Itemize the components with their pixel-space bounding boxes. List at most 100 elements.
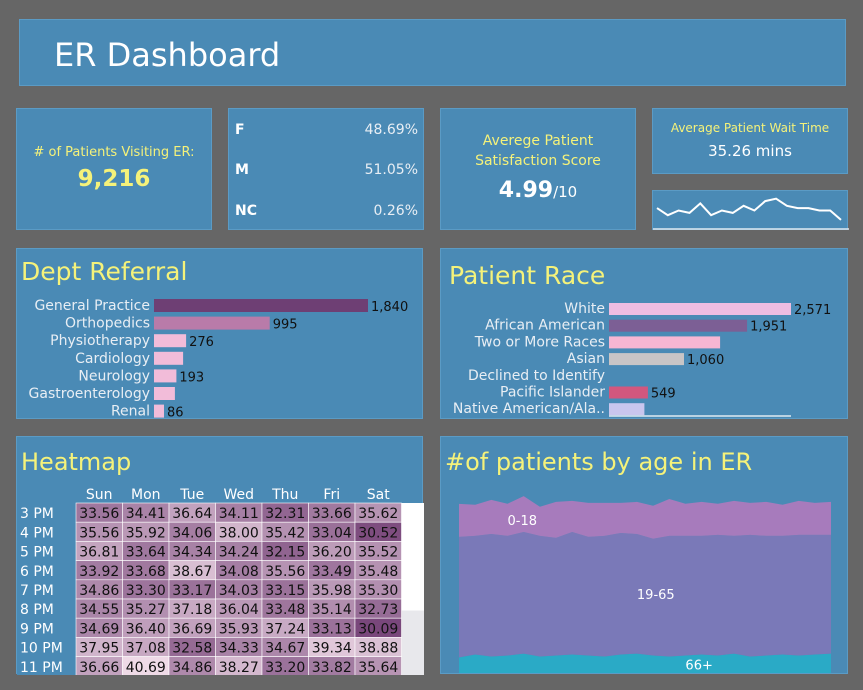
- heatmap-cell-value: 34.34: [172, 545, 212, 561]
- bar-category-label: Orthopedics: [65, 316, 150, 332]
- bar-mark[interactable]: [154, 387, 175, 400]
- heatmap-cell-value: 37.95: [79, 641, 119, 657]
- age-area-series[interactable]: [459, 653, 831, 673]
- heatmap-cell-value: 36.20: [312, 545, 352, 561]
- bar-mark[interactable]: [609, 369, 652, 382]
- heatmap-title: Heatmap: [21, 448, 131, 476]
- bar-mark[interactable]: [154, 334, 187, 348]
- gender-key: M: [235, 162, 249, 178]
- heatmap-cell-value: 34.03: [219, 583, 259, 599]
- heatmap-cell-value: 35.98: [312, 583, 352, 599]
- bar-category-label: Declined to Identify: [468, 368, 605, 384]
- satisfaction-suffix: /10: [553, 183, 578, 201]
- bar-value-label: 1,951: [750, 320, 787, 335]
- bar-category-label: Native American/Ala..: [453, 401, 605, 417]
- bar-mark[interactable]: [609, 353, 684, 366]
- bar-category-label: General Practice: [34, 298, 150, 314]
- heatmap-column-header: Tue: [179, 487, 204, 503]
- bar-category-label: Cardiology: [75, 351, 150, 367]
- heatmap-cell-value: 40.69: [126, 660, 166, 675]
- age-chart-title: #of patients by age in ER: [445, 448, 752, 476]
- heatmap-cell-value: 35.92: [126, 525, 166, 541]
- bar-mark[interactable]: [154, 351, 184, 365]
- heatmap-cell-value: 32.15: [265, 545, 305, 561]
- heatmap-cell-value: 35.52: [358, 545, 398, 561]
- bar-mark[interactable]: [609, 386, 648, 399]
- wait-time-sparkline-card: [652, 190, 849, 230]
- heatmap-row-label: 10 PM: [20, 641, 63, 657]
- gender-value: 48.69%: [364, 122, 418, 138]
- heatmap-cell-value: 33.17: [172, 583, 212, 599]
- heatmap-cell-value: 34.08: [219, 564, 259, 580]
- bar-category-label: Asian: [567, 351, 605, 367]
- bar-category-label: Pacific Islander: [500, 385, 605, 401]
- bar-mark[interactable]: [154, 369, 177, 383]
- title-banner: ER Dashboard: [19, 19, 846, 86]
- heatmap-cell-value: 35.62: [358, 506, 398, 522]
- heatmap-row-label: 11 PM: [20, 660, 63, 675]
- heatmap-cell-value: 30.52: [358, 525, 398, 541]
- heatmap-cell-value: 33.49: [312, 564, 352, 580]
- heatmap-cell-value: 32.73: [358, 602, 398, 618]
- heatmap-cell-value: 34.06: [172, 525, 212, 541]
- heatmap-cell-value: 33.66: [312, 506, 352, 522]
- heatmap-row-label: 7 PM: [20, 583, 54, 599]
- age-series-label: 0-18: [508, 514, 538, 529]
- bar-category-label: Physiotherapy: [50, 333, 150, 349]
- heatmap-cell-value: 37.18: [172, 602, 212, 618]
- heatmap-cell-value: 33.82: [312, 660, 352, 675]
- bar-value-label: 549: [651, 387, 676, 402]
- heatmap-row-label: 3 PM: [20, 506, 54, 522]
- wait-time-kpi-card: Average Patient Wait Time 35.26 mins: [652, 108, 848, 174]
- bar-category-label: White: [564, 301, 605, 317]
- patients-kpi-label: # of Patients Visiting ER:: [33, 145, 195, 160]
- heatmap-cell-value: 36.81: [79, 545, 119, 561]
- age-area-card: #of patients by age in ER 66+ 19-65 0-18: [440, 436, 848, 674]
- bar-category-label: Renal: [111, 404, 150, 420]
- heatmap-cell-value: 36.40: [126, 621, 166, 637]
- heatmap-cell-value: 38.88: [358, 641, 398, 657]
- satisfaction-label-line1: Averege Patient: [482, 133, 594, 149]
- bar-category-label: Gastroenterology: [29, 386, 150, 402]
- heatmap-cell-value: 33.13: [312, 621, 352, 637]
- gender-value: 51.05%: [364, 162, 418, 178]
- bar-mark[interactable]: [609, 336, 721, 349]
- bar-category-label: Two or More Races: [474, 334, 605, 350]
- heatmap-cell-value: 37.24: [265, 621, 305, 637]
- heatmap-column-header: Mon: [131, 487, 161, 503]
- bar-mark[interactable]: [154, 299, 368, 312]
- heatmap-cell-value: 35.56: [265, 564, 305, 580]
- bar-mark[interactable]: [154, 316, 270, 330]
- heatmap-row-label: 5 PM: [20, 545, 54, 561]
- bar-mark[interactable]: [609, 403, 645, 416]
- age-series-label: 19-65: [637, 588, 675, 603]
- bar-mark[interactable]: [609, 319, 748, 332]
- bar-value-label: 1,840: [371, 300, 408, 315]
- heatmap-chart: Heatmap Sun Mon Tue Wed Thu Fri Sat 3 PM 33.56 34.…: [17, 448, 424, 675]
- bar-value-label: 86: [167, 406, 184, 420]
- bar-mark[interactable]: [154, 404, 164, 418]
- gender-row-nc: NC 0.26%: [229, 203, 423, 223]
- heatmap-row-label: 9 PM: [20, 621, 54, 637]
- heatmap-cell-value: 34.69: [79, 621, 119, 637]
- heatmap-cell-value: 34.41: [126, 506, 166, 522]
- satisfaction-label-line2: Satisfaction Score: [475, 153, 601, 169]
- heatmap-column-header: Wed: [223, 487, 254, 503]
- bar-mark[interactable]: [609, 303, 791, 315]
- heatmap-cell-value: 33.48: [265, 602, 305, 618]
- heatmap-cell-value: 34.86: [79, 583, 119, 599]
- heatmap-cell-value: 34.24: [219, 545, 259, 561]
- satisfaction-score: 4.99: [498, 178, 554, 203]
- heatmap-cell-value: 33.64: [126, 545, 166, 561]
- heatmap-cell-value: 39.34: [312, 641, 352, 657]
- patients-kpi-card: # of Patients Visiting ER: 9,216: [16, 108, 212, 230]
- heatmap-cell-value: 36.69: [172, 621, 212, 637]
- heatmap-cell-value: 34.11: [219, 506, 259, 522]
- gender-value: 0.26%: [373, 203, 418, 219]
- heatmap-cell-value: 35.93: [219, 621, 259, 637]
- heatmap-cell-value: 30.09: [358, 621, 398, 637]
- heatmap-cell-value: 32.31: [265, 506, 305, 522]
- heatmap-column-header: Fri: [323, 487, 340, 503]
- bar-value-label: 995: [273, 318, 298, 333]
- heatmap-cell-value: 33.20: [265, 660, 305, 675]
